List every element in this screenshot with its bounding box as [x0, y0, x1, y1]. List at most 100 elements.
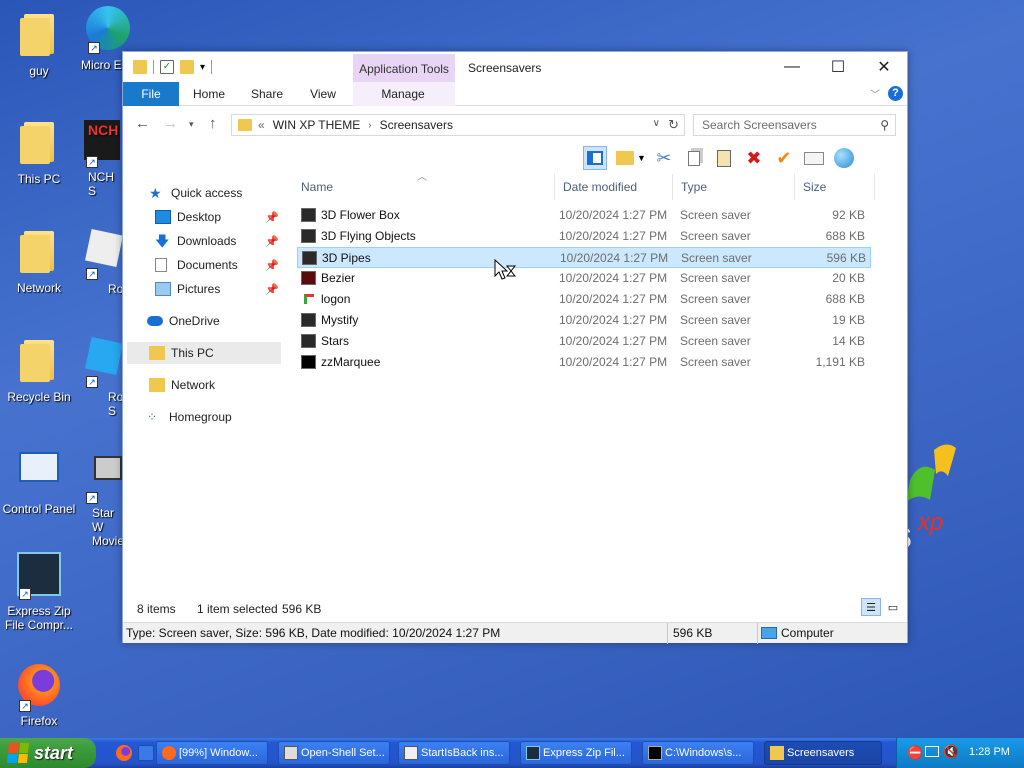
- search-input[interactable]: Search Screensavers ⚲: [693, 114, 896, 136]
- details-view-button[interactable]: ☰: [861, 598, 881, 616]
- window-title: Screensavers: [468, 61, 542, 75]
- pin-icon[interactable]: 📌: [265, 283, 279, 296]
- column-header-name[interactable]: Name: [293, 174, 555, 200]
- breadcrumb-screensavers[interactable]: Screensavers: [380, 118, 453, 132]
- nav-item-downloads[interactable]: 🡇 Downloads: [155, 230, 236, 252]
- table-row[interactable]: 3D Flying Objects 10/20/2024 1:27 PM Scr…: [297, 226, 871, 247]
- navigation-pane-button[interactable]: [583, 146, 607, 170]
- new-folder-dropdown-icon[interactable]: ▼: [637, 153, 646, 163]
- delete-icon[interactable]: ✖: [742, 146, 766, 170]
- file-date: 10/20/2024 1:27 PM: [559, 313, 668, 327]
- screensaver-file-icon: [301, 229, 316, 243]
- desktop-icon-control-panel[interactable]: Control Panel: [0, 448, 78, 516]
- tab-view[interactable]: View: [299, 82, 347, 106]
- breadcrumb-overflow[interactable]: «: [258, 118, 265, 132]
- copy-icon[interactable]: [682, 146, 706, 170]
- nav-item-documents[interactable]: Documents: [155, 254, 238, 276]
- new-folder-button[interactable]: [613, 146, 637, 170]
- nav-item-onedrive[interactable]: OneDrive: [147, 310, 220, 332]
- task-window-installer[interactable]: [99%] Window...: [156, 741, 268, 765]
- nav-item-quick-access[interactable]: ★ Quick access: [149, 182, 242, 204]
- nav-item-this-pc[interactable]: This PC: [127, 342, 281, 364]
- table-row[interactable]: zzMarquee 10/20/2024 1:27 PM Screen save…: [297, 352, 871, 373]
- pin-icon[interactable]: 📌: [265, 211, 279, 224]
- desktop-icon-roblox[interactable]: ↗ Roblox: [84, 226, 124, 296]
- taskbar: start [99%] Window... Open-Shell Set... …: [0, 738, 1024, 768]
- task-express-zip[interactable]: Express Zip Fil...: [520, 741, 632, 765]
- table-row-selected[interactable]: 3D Pipes 10/20/2024 1:27 PM Screen saver…: [297, 247, 871, 268]
- ie-quick-launch-icon[interactable]: [138, 745, 154, 761]
- desktop-icon-label: NCH S: [88, 170, 114, 198]
- expand-ribbon-icon[interactable]: ﹀: [870, 86, 880, 101]
- cut-icon[interactable]: ✂: [652, 146, 676, 170]
- up-button[interactable]: ↑: [209, 115, 217, 132]
- nav-item-homegroup[interactable]: ⁘ Homegroup: [147, 406, 232, 428]
- apply-check-icon[interactable]: ✔: [772, 146, 796, 170]
- screensaver-file-icon: [301, 355, 316, 369]
- address-dropdown-icon[interactable]: ∨: [653, 118, 660, 129]
- pin-icon[interactable]: 📌: [265, 235, 279, 248]
- refresh-icon[interactable]: ↻: [668, 117, 679, 133]
- forward-button[interactable]: →: [163, 115, 178, 132]
- explorer-window[interactable]: ✓ ▾ Application Tools Screensavers — ☐ ✕…: [122, 51, 908, 644]
- table-row[interactable]: 3D Flower Box 10/20/2024 1:27 PM Screen …: [297, 205, 871, 226]
- help-icon[interactable]: ?: [888, 86, 903, 101]
- file-date: 10/20/2024 1:27 PM: [559, 229, 668, 243]
- desktop-icon-nch[interactable]: NCH ↗ NCH S: [84, 120, 124, 198]
- firefox-quick-launch-icon[interactable]: [116, 745, 132, 761]
- email-icon[interactable]: [802, 146, 826, 170]
- desktop-icon-express-zip[interactable]: ↗ Express Zip File Compr...: [0, 552, 78, 632]
- volume-muted-icon[interactable]: 🔇: [943, 744, 959, 760]
- desktop-icon-star-wars-movie[interactable]: ↗ Star W Movie: [84, 446, 124, 548]
- nav-item-desktop[interactable]: Desktop: [155, 206, 221, 228]
- desktop-icon-roblox-studio[interactable]: ↗ Roblox S: [84, 334, 124, 418]
- desktop-icon-network[interactable]: Network: [0, 227, 78, 295]
- task-command-prompt[interactable]: C:\Windows\s...: [642, 741, 754, 765]
- table-row[interactable]: logon 10/20/2024 1:27 PM Screen saver 68…: [297, 289, 871, 310]
- tab-home[interactable]: Home: [185, 82, 233, 106]
- desktop-icon-this-pc[interactable]: This PC: [0, 118, 78, 186]
- express-zip-icon: ↗: [17, 552, 61, 600]
- nav-item-pictures[interactable]: Pictures: [155, 278, 220, 300]
- column-header-type[interactable]: Type: [673, 174, 795, 200]
- desktop-icon-guy[interactable]: guy: [0, 10, 78, 78]
- close-button[interactable]: ✕: [861, 52, 907, 82]
- table-row[interactable]: Bezier 10/20/2024 1:27 PM Screen saver 2…: [297, 268, 871, 289]
- properties-icon[interactable]: ✓: [160, 60, 174, 74]
- globe-icon[interactable]: [832, 146, 856, 170]
- task-startisback-installer[interactable]: StartIsBack ins...: [398, 741, 510, 765]
- new-folder-icon[interactable]: [180, 60, 194, 74]
- settings-window-icon: [284, 746, 298, 760]
- column-header-size[interactable]: Size: [795, 174, 875, 200]
- pin-icon[interactable]: 📌: [265, 259, 279, 272]
- task-open-shell-settings[interactable]: Open-Shell Set...: [278, 741, 390, 765]
- task-screensavers[interactable]: Screensavers: [764, 741, 882, 765]
- desktop-icon-firefox[interactable]: ↗ Firefox: [0, 662, 78, 728]
- clock[interactable]: 1:28 PM: [969, 746, 1010, 758]
- large-icons-view-button[interactable]: ▭: [883, 598, 903, 616]
- column-header-date-modified[interactable]: Date modified: [555, 174, 673, 200]
- maximize-button[interactable]: ☐: [815, 52, 861, 82]
- title-bar[interactable]: ✓ ▾ Application Tools Screensavers — ☐ ✕: [123, 52, 907, 82]
- file-size: 688 KB: [825, 292, 865, 306]
- network-tray-icon[interactable]: ⛔: [907, 745, 923, 761]
- display-tray-icon[interactable]: [925, 746, 939, 757]
- breadcrumb-win-xp-theme[interactable]: WIN XP THEME: [273, 118, 361, 132]
- minimize-button[interactable]: —: [769, 52, 815, 82]
- nav-item-network[interactable]: Network: [149, 374, 215, 396]
- file-type: Screen saver: [680, 355, 751, 369]
- tab-share[interactable]: Share: [243, 82, 291, 106]
- file-date: 10/20/2024 1:27 PM: [559, 355, 668, 369]
- recent-locations-icon[interactable]: ▾: [189, 119, 194, 130]
- back-button[interactable]: ←: [135, 115, 150, 132]
- file-date: 10/20/2024 1:27 PM: [559, 271, 668, 285]
- paste-icon[interactable]: [712, 146, 736, 170]
- tab-file[interactable]: File: [123, 82, 179, 106]
- address-field[interactable]: « WIN XP THEME › Screensavers ∨ ↻: [231, 114, 685, 136]
- table-row[interactable]: Stars 10/20/2024 1:27 PM Screen saver 14…: [297, 331, 871, 352]
- tab-manage[interactable]: Manage: [365, 82, 441, 106]
- desktop-icon-recycle-bin[interactable]: Recycle Bin: [0, 336, 78, 404]
- start-button[interactable]: start: [0, 738, 96, 768]
- qat-dropdown-icon[interactable]: ▾: [200, 62, 205, 73]
- table-row[interactable]: Mystify 10/20/2024 1:27 PM Screen saver …: [297, 310, 871, 331]
